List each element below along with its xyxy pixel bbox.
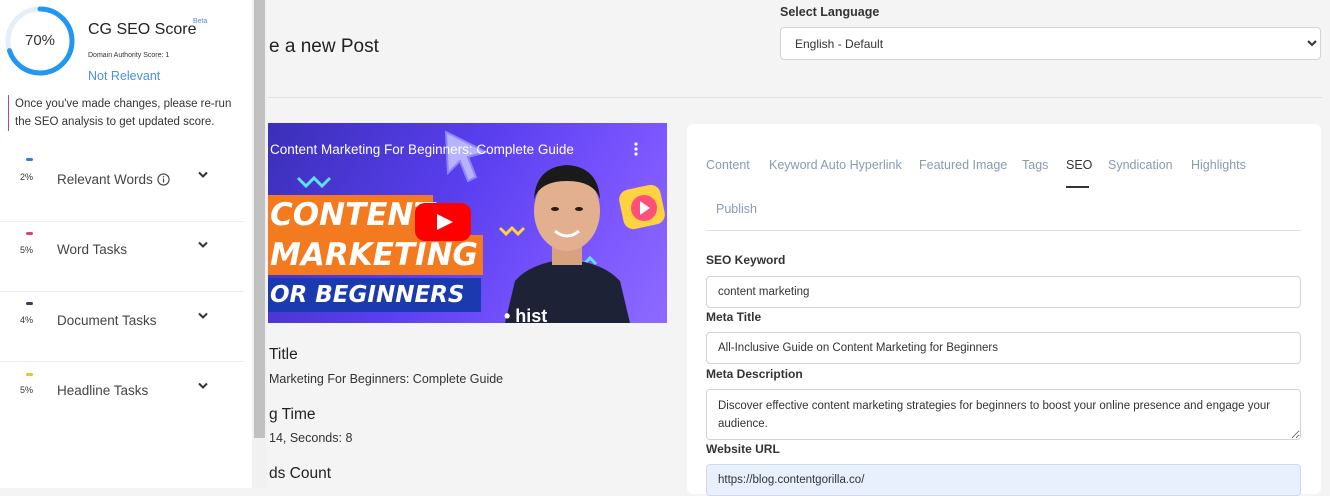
scrollbar-thumb[interactable] — [254, 0, 265, 438]
presenter-image — [505, 165, 630, 323]
seo-score-panel: 70% CG SEO Score Beta Domain Authority S… — [0, 0, 252, 488]
relevance-status[interactable]: Not Relevant — [88, 69, 160, 83]
task-label: Headline Tasks — [57, 383, 149, 398]
task-percent: 5% — [20, 385, 34, 395]
domain-authority-score: Domain Authority Score: 1 — [88, 52, 170, 59]
language-select[interactable]: English - Default — [780, 27, 1321, 60]
kebab-menu-icon[interactable] — [632, 141, 640, 157]
play-button-icon[interactable] — [415, 203, 471, 241]
task-progress-dot — [26, 302, 33, 305]
title-value: Marketing For Beginners: Complete Guide — [269, 372, 504, 386]
thumbnail-text-beginners: OR BEGINNERS — [268, 278, 481, 312]
panel-scrollbar[interactable] — [252, 0, 267, 488]
chevron-down-icon[interactable] — [196, 169, 210, 181]
tab-syndication[interactable]: Syndication — [1108, 158, 1173, 172]
chevron-down-icon[interactable] — [196, 310, 210, 322]
post-editor-card: Content Keyword Auto Hyperlink Featured … — [687, 124, 1321, 496]
meta-description-textarea[interactable]: Discover effective content marketing str… — [706, 389, 1301, 440]
words-count-label: ds Count — [269, 465, 332, 482]
task-percent: 2% — [20, 172, 34, 182]
tab-highlights[interactable]: Highlights — [1191, 158, 1246, 172]
seo-keyword-label: SEO Keyword — [706, 253, 786, 267]
beta-badge: Beta — [193, 18, 208, 25]
website-url-label: Website URL — [706, 442, 780, 456]
play-badge-icon — [619, 184, 665, 230]
score-title: CG SEO Score — [88, 21, 197, 38]
video-title[interactable]: Content Marketing For Beginners: Complet… — [270, 142, 574, 157]
task-row-relevant-words[interactable]: 2% Relevant Words — [0, 152, 244, 222]
task-label: Document Tasks — [57, 313, 157, 328]
reading-time-value: 14, Seconds: 8 — [269, 431, 353, 445]
task-row-word-tasks[interactable]: 5% Word Tasks — [0, 222, 244, 292]
video-thumbnail[interactable]: CONTENT MARKETING OR BEGINNERS • hist Co… — [268, 123, 667, 323]
language-label: Select Language — [780, 5, 880, 19]
meta-title-input[interactable] — [706, 332, 1301, 364]
tab-tags[interactable]: Tags — [1022, 158, 1048, 172]
meta-description-label: Meta Description — [706, 367, 803, 381]
rerun-note: Once you've made changes, please re-run … — [8, 95, 238, 131]
task-progress-dot — [26, 232, 33, 235]
chevron-down-icon[interactable] — [196, 239, 210, 251]
tab-keyword-auto-hyperlink[interactable]: Keyword Auto Hyperlink — [769, 158, 902, 172]
task-progress-dot — [26, 158, 33, 161]
task-label: Word Tasks — [57, 242, 128, 257]
header-divider — [268, 97, 1322, 98]
website-url-input[interactable] — [706, 464, 1301, 496]
page-title: e a new Post — [269, 36, 379, 57]
cursor-icon — [444, 130, 489, 183]
task-label-text: Relevant Words — [57, 172, 153, 187]
task-row-headline-tasks[interactable]: 5% Headline Tasks — [0, 362, 244, 432]
info-icon[interactable] — [157, 173, 170, 186]
task-row-document-tasks[interactable]: 4% Document Tasks — [0, 292, 244, 362]
seo-keyword-input[interactable] — [706, 276, 1301, 308]
thumbnail-text-content: CONTENT — [268, 195, 435, 235]
tab-content[interactable]: Content — [706, 158, 750, 172]
tabs-divider — [706, 230, 1301, 231]
active-tab-indicator — [1066, 186, 1089, 188]
task-percent: 4% — [20, 315, 34, 325]
shirt-text: • hist — [504, 306, 548, 323]
meta-title-label: Meta Title — [706, 310, 762, 324]
task-label: Relevant Words — [57, 172, 170, 187]
task-progress-dot — [26, 373, 33, 376]
task-percent: 5% — [20, 245, 34, 255]
tab-featured-image[interactable]: Featured Image — [919, 158, 1007, 172]
reading-time-label: g Time — [269, 406, 316, 423]
score-percent: 70% — [24, 32, 56, 49]
tab-publish[interactable]: Publish — [716, 202, 757, 216]
thumbnail-text-marketing: MARKETING — [268, 235, 483, 275]
tab-seo[interactable]: SEO — [1066, 158, 1092, 172]
chevron-down-icon[interactable] — [196, 380, 210, 392]
title-label: Title — [269, 346, 298, 363]
